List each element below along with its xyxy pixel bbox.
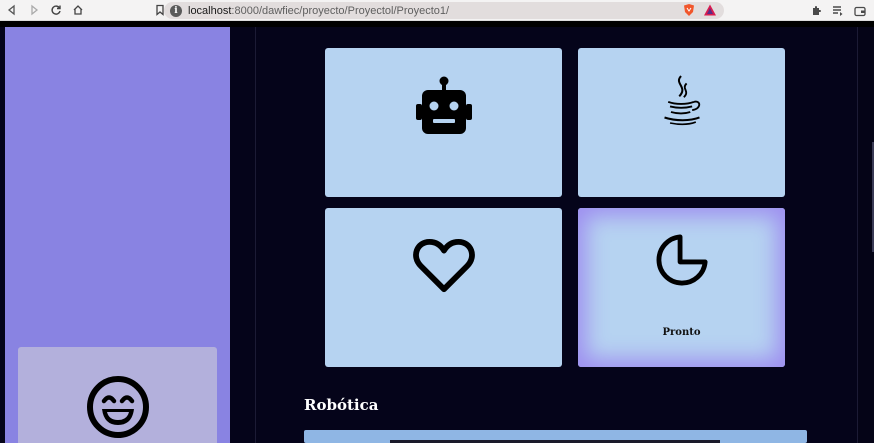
profile-card[interactable]: [18, 347, 217, 443]
home-icon[interactable]: [68, 0, 88, 20]
tile-robot[interactable]: [325, 48, 562, 197]
reload-icon[interactable]: [46, 0, 66, 20]
tile-java[interactable]: [578, 48, 785, 197]
java-icon: [664, 75, 701, 126]
content-divider: [255, 27, 256, 443]
forward-icon[interactable]: [24, 0, 44, 20]
tile-pie[interactable]: Pronto: [578, 208, 785, 367]
scrollbar[interactable]: [857, 27, 874, 443]
back-icon[interactable]: [2, 0, 22, 20]
extensions-icon[interactable]: [808, 2, 824, 19]
section-title: Robótica: [304, 396, 379, 414]
robotics-panel: [304, 430, 807, 443]
url-text: localhost:8000/dawfiec/proyecto/Proyecto…: [188, 4, 450, 17]
robot-icon: [416, 76, 472, 134]
pie-chart-icon: [656, 234, 708, 286]
wallet-icon[interactable]: [852, 2, 868, 19]
address-bar[interactable]: i localhost:8000/dawfiec/proyecto/Proyec…: [164, 2, 724, 19]
reading-list-icon[interactable]: [830, 2, 846, 19]
rewards-triangle-icon[interactable]: [703, 3, 717, 17]
browser-toolbar: i localhost:8000/dawfiec/proyecto/Proyec…: [0, 0, 874, 21]
heart-icon: [413, 238, 475, 293]
tile-heart[interactable]: [325, 208, 562, 367]
sidebar-panel: [5, 27, 230, 443]
tile-label: Pronto: [662, 327, 701, 338]
laughing-face-icon: [87, 376, 149, 438]
site-info-icon[interactable]: i: [170, 4, 182, 17]
brave-shield-icon[interactable]: [682, 3, 696, 17]
